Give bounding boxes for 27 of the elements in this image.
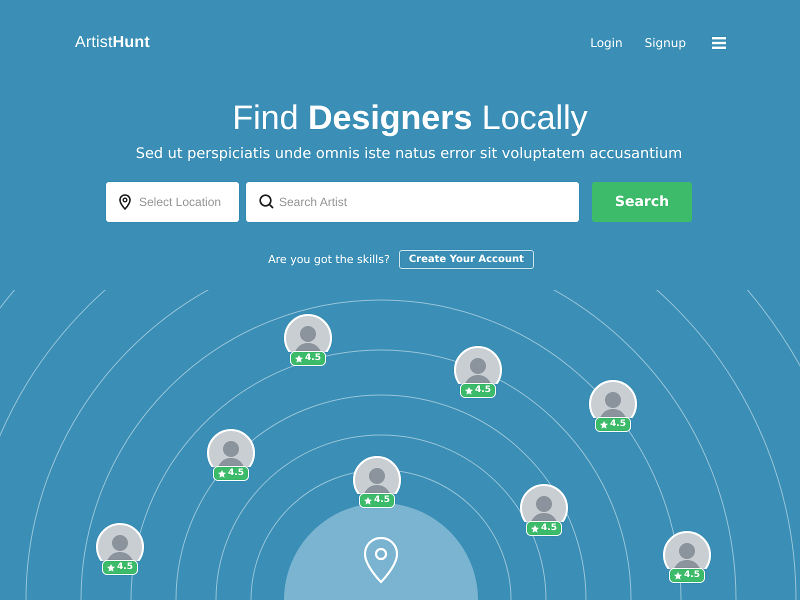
rating-value: 4.5	[475, 385, 491, 396]
star-icon	[531, 524, 540, 532]
hero-title: Find Designers Locally	[232, 98, 588, 138]
star-icon	[295, 354, 304, 362]
menu-icon[interactable]	[712, 37, 726, 49]
rating-value: 4.5	[374, 495, 390, 506]
star-icon	[600, 420, 608, 428]
artist-search-field[interactable]: Search Artist	[246, 182, 579, 222]
rating-value: 4.5	[228, 468, 244, 479]
star-icon	[107, 564, 116, 572]
star-icon	[218, 470, 226, 478]
rating-value: 4.5	[684, 570, 700, 581]
search-button[interactable]: Search	[592, 182, 692, 222]
nav-link[interactable]: Login	[590, 36, 623, 50]
rating-value: 4.5	[610, 419, 626, 430]
star-icon	[364, 496, 372, 504]
location-field[interactable]: Select Location	[106, 182, 239, 222]
nav-link[interactable]: Signup	[644, 36, 686, 50]
signup-prompt: Are you got the skills?	[268, 253, 390, 266]
logo[interactable]: ArtistHunt	[75, 34, 150, 52]
hero-subtitle: Sed ut perspiciatis unde omnis iste natus error sit voluptatem accusantium	[136, 146, 682, 162]
rating-value: 4.5	[117, 562, 133, 573]
star-icon	[465, 386, 474, 394]
rating-value: 4.5	[541, 523, 557, 534]
create-account-button[interactable]: Create Your Account	[398, 250, 534, 269]
rating-value: 4.5	[305, 353, 321, 364]
star-icon	[674, 572, 682, 580]
